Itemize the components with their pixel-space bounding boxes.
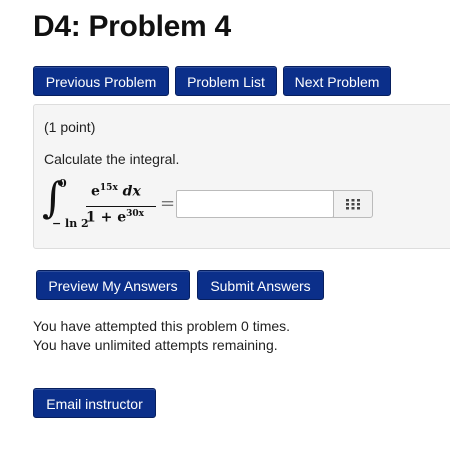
numerator-base: e — [91, 183, 100, 200]
preview-answers-button[interactable]: Preview My Answers — [36, 270, 190, 300]
upper-limit: 0 — [59, 177, 67, 190]
next-problem-button[interactable]: Next Problem — [283, 66, 391, 96]
email-instructor-button[interactable]: Email instructor — [33, 388, 156, 418]
math-keyboard-button[interactable] — [333, 190, 373, 218]
lower-limit: − ln 2 — [52, 217, 89, 230]
numerator-exponent: 15x — [99, 183, 118, 193]
denominator-exponent: 30x — [126, 209, 145, 219]
problem-instructions: Calculate the integral. — [44, 151, 180, 167]
attempts-message: You have attempted this problem 0 times. — [33, 318, 291, 334]
numerator-differential: dx — [117, 183, 141, 200]
keyboard-grid-icon — [346, 199, 360, 210]
integrand-denominator: 1 + e30x — [86, 209, 144, 226]
answer-input[interactable] — [176, 190, 334, 218]
points-label: (1 point) — [44, 119, 96, 135]
problem-box: (1 point) Calculate the integral. ∫ 0 − … — [33, 104, 450, 249]
submit-answers-button[interactable]: Submit Answers — [197, 270, 324, 300]
denominator-base: 1 + e — [86, 209, 127, 226]
remaining-message: You have unlimited attempts remaining. — [33, 337, 278, 353]
fraction-bar — [86, 206, 156, 207]
integral-expression: ∫ 0 − ln 2 e15x dx 1 + e30x = — [42, 173, 182, 235]
problem-list-button[interactable]: Problem List — [175, 66, 277, 96]
integrand-numerator: e15x dx — [91, 183, 141, 200]
page-title: D4: Problem 4 — [33, 10, 231, 43]
previous-problem-button[interactable]: Previous Problem — [33, 66, 169, 96]
equals-sign: = — [160, 193, 176, 214]
